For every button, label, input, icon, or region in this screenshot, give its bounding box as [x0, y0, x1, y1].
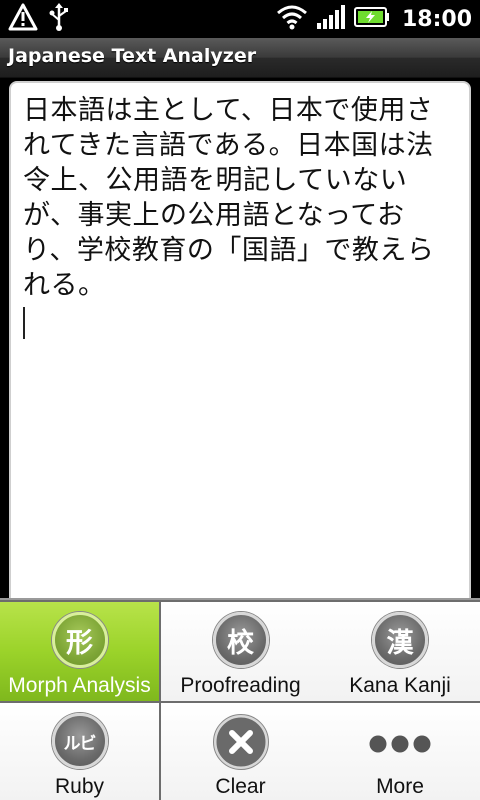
title-bar: Japanese Text Analyzer	[0, 38, 480, 78]
morph-analysis-button[interactable]: 形 Morph Analysis	[0, 602, 159, 701]
kana-kanji-label: Kana Kanji	[349, 674, 451, 697]
more-label: More	[376, 775, 424, 798]
app-title: Japanese Text Analyzer	[8, 45, 257, 67]
proofreading-button[interactable]: 校 Proofreading	[161, 602, 320, 701]
signal-icon	[316, 4, 346, 34]
content-area: 日本語は主として、日本で使用されてきた言語である。日本国は法令上、公用語を明記し…	[0, 79, 480, 621]
kana-kanji-button[interactable]: 漢 Kana Kanji	[320, 602, 480, 701]
options-menu: 形 Morph Analysis 校 Proofreading 漢 Kana K…	[0, 598, 480, 800]
editor-text: 日本語は主として、日本で使用されてきた言語である。日本国は法令上、公用語を明記し…	[23, 95, 435, 301]
usb-icon	[48, 2, 70, 36]
status-time: 18:00	[401, 6, 472, 32]
ruby-label: Ruby	[54, 775, 105, 798]
clear-label: Clear	[215, 775, 266, 798]
morph-analysis-label: Morph Analysis	[8, 674, 151, 697]
more-dots-icon	[367, 713, 433, 771]
battery-charging-icon	[353, 6, 390, 32]
alert-triangle-icon	[8, 3, 38, 35]
kana-kanji-icon: 漢	[372, 612, 428, 668]
close-icon	[212, 713, 270, 771]
text-cursor	[23, 307, 25, 339]
more-button[interactable]: More	[320, 703, 480, 800]
morph-kanji-icon: 形	[51, 612, 108, 668]
ruby-icon: ルビ	[51, 713, 108, 769]
proofreading-label: Proofreading	[180, 674, 301, 697]
wifi-icon	[276, 4, 308, 34]
proofreading-kanji-icon: 校	[212, 612, 269, 668]
text-editor[interactable]: 日本語は主として、日本で使用されてきた言語である。日本国は法令上、公用語を明記し…	[9, 81, 471, 621]
ruby-button[interactable]: ルビ Ruby	[0, 703, 159, 800]
status-bar: 18:00	[0, 0, 480, 38]
clear-button[interactable]: Clear	[161, 703, 320, 800]
